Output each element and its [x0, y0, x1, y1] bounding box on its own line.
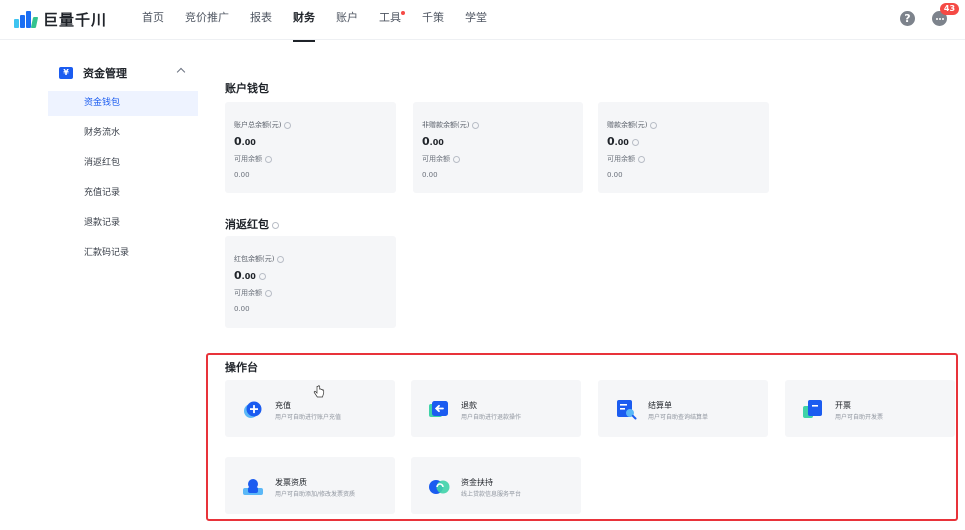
sidebar-item-fund-wallet[interactable]: 资金钱包	[48, 91, 198, 116]
op-card-desc: 线上贷款信息服务平台	[461, 491, 522, 498]
nav-item-reports[interactable]: 报表	[250, 0, 272, 40]
op-card-title: 资金扶持	[461, 478, 493, 487]
card-sub-label: 可用余额	[607, 155, 635, 163]
nav-item-academy[interactable]: 学堂	[465, 0, 487, 40]
nav-item-tools-label: 工具	[379, 11, 401, 24]
sidebar-group-label: 资金管理	[83, 67, 127, 80]
op-card-invoice[interactable]: 开票 用户可自助开发票	[785, 380, 955, 437]
card-amount: 0	[422, 135, 430, 148]
op-card-refund[interactable]: 退款 用户自助进行退款操作	[411, 380, 581, 437]
card-sub-label: 可用余额	[234, 289, 262, 297]
op-card-title: 开票	[835, 401, 851, 410]
sidebar-item-refund-records[interactable]: 退款记录	[48, 211, 198, 236]
card-sub-value: 0.00	[234, 305, 250, 313]
op-card-desc: 用户自助进行退款操作	[461, 414, 522, 421]
wallet-card-non-grant: 非赠款余额(元) 0.00 可用余额 0.00	[413, 102, 583, 193]
card-sub-value: 0.00	[607, 171, 623, 179]
help-icon[interactable]: ?	[900, 11, 915, 26]
card-sub-label: 可用余额	[234, 155, 262, 163]
op-card-title: 充值	[275, 401, 291, 410]
sidebar-group-funds[interactable]: ¥ 资金管理	[48, 60, 198, 86]
card-amount: 0	[234, 269, 242, 282]
nav-item-tools[interactable]: 工具	[379, 0, 405, 40]
op-card-statement[interactable]: 结算单 用户可自助查询结算单	[598, 380, 768, 437]
invoice-qualification-icon	[243, 479, 263, 495]
brand-logo[interactable]: 巨量千川	[14, 8, 107, 30]
invoice-icon	[803, 400, 822, 418]
sidebar-item-remit-code-records[interactable]: 汇款码记录	[48, 241, 198, 266]
info-icon[interactable]	[265, 289, 272, 297]
card-label: 赠款余额(元)	[607, 121, 648, 129]
info-icon[interactable]	[638, 155, 645, 163]
hand-cursor-icon	[313, 385, 325, 398]
nav-item-qiance[interactable]: 千策	[422, 0, 444, 40]
op-card-invoice-qualification[interactable]: 发票资质 用户可自助添加/修改发票资质	[225, 457, 395, 514]
nav-item-account[interactable]: 账户	[336, 0, 358, 40]
op-card-desc: 用户可自助查询结算单	[648, 414, 709, 421]
chevron-up-icon[interactable]	[176, 67, 186, 77]
nav-item-bid-promotion[interactable]: 竞价推广	[185, 0, 229, 40]
card-amount-decimal: .00	[241, 138, 256, 147]
nav-item-finance[interactable]: 财务	[293, 0, 315, 42]
op-card-title: 发票资质	[275, 478, 307, 487]
op-card-title: 退款	[461, 401, 477, 410]
info-icon[interactable]	[265, 155, 272, 163]
top-navigation-bar: 巨量千川 首页 竞价推广 报表 财务 账户 工具 千策 学堂 ? 43	[0, 0, 965, 42]
op-card-desc: 用户可自助进行账户充值	[275, 414, 342, 421]
info-icon[interactable]	[258, 272, 266, 280]
recharge-icon	[244, 401, 262, 418]
card-amount-decimal: .00	[429, 138, 444, 147]
info-icon[interactable]	[277, 255, 285, 263]
message-count-badge: 43	[940, 3, 959, 15]
wallet-card-grant: 赠款余额(元) 0.00 可用余额 0.00	[598, 102, 769, 193]
op-card-title: 结算单	[648, 401, 672, 410]
main-nav: 首页 竞价推广 报表 财务 账户 工具 千策 学堂	[142, 0, 508, 42]
sidebar-item-recharge-records[interactable]: 充值记录	[48, 181, 198, 206]
funding-support-icon	[429, 480, 450, 494]
sidebar-item-finance-flow[interactable]: 财务流水	[48, 121, 198, 146]
card-amount: 0	[607, 135, 615, 148]
card-amount: 0	[234, 135, 242, 148]
info-icon[interactable]	[650, 121, 658, 129]
redpacket-section-title: 消返红包	[225, 218, 269, 231]
card-label: 红包余额(元)	[234, 255, 275, 263]
info-icon[interactable]	[472, 121, 480, 129]
card-sub-label: 可用余额	[422, 155, 450, 163]
card-sub-value: 0.00	[234, 171, 250, 179]
logo-bars-icon	[14, 9, 40, 29]
wallet-card-total: 账户总余额(元) 0.00 可用余额 0.00	[225, 102, 396, 193]
op-card-desc: 用户可自助开发票	[835, 414, 884, 421]
card-label: 账户总余额(元)	[234, 121, 282, 129]
card-amount-decimal: .00	[614, 138, 629, 147]
redpacket-card: 红包余额(元) 0.00 可用余额 0.00	[225, 236, 396, 328]
card-label: 非赠款余额(元)	[422, 121, 470, 129]
op-card-recharge[interactable]: 充值 用户可自助进行账户充值	[225, 380, 395, 437]
nav-item-home[interactable]: 首页	[142, 0, 164, 40]
notification-dot	[401, 11, 405, 15]
info-icon[interactable]	[284, 121, 292, 129]
operations-section-title: 操作台	[225, 361, 258, 374]
refund-icon	[429, 401, 448, 417]
info-icon[interactable]	[631, 138, 639, 146]
wallet-section-title: 账户钱包	[225, 82, 269, 95]
info-icon[interactable]	[272, 221, 279, 229]
sidebar: ¥ 资金管理 资金钱包 财务流水 消返红包 充值记录 退款记录 汇款码记录	[48, 60, 198, 266]
yuan-icon: ¥	[59, 67, 73, 79]
info-icon[interactable]	[453, 155, 460, 163]
op-card-funding-support[interactable]: 资金扶持 线上贷款信息服务平台	[411, 457, 581, 514]
card-sub-value: 0.00	[422, 171, 438, 179]
sidebar-item-red-packet[interactable]: 消返红包	[48, 151, 198, 176]
statement-icon	[617, 400, 637, 420]
card-amount-decimal: .00	[241, 272, 256, 281]
brand-name: 巨量千川	[43, 10, 108, 29]
op-card-desc: 用户可自助添加/修改发票资质	[275, 491, 356, 498]
